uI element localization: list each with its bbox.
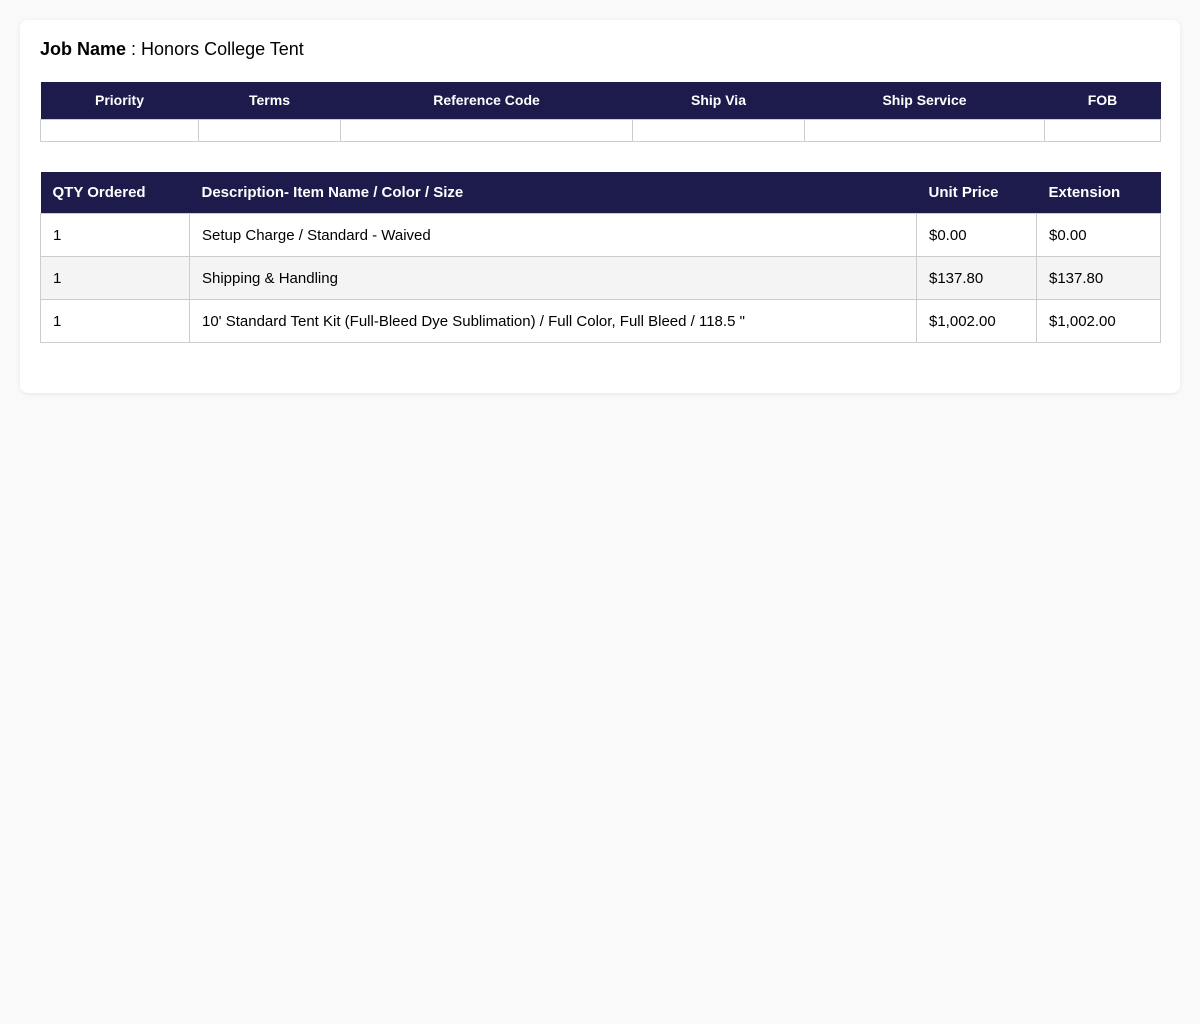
table-row: 1 10' Standard Tent Kit (Full-Bleed Dye … (40, 299, 1161, 343)
description-cell: 10' Standard Tent Kit (Full-Bleed Dye Su… (189, 299, 917, 343)
job-name-separator: : (126, 39, 142, 59)
header-fob: FOB (1044, 82, 1161, 119)
fob-value (1044, 118, 1161, 142)
header-description: Description- Item Name / Color / Size (189, 171, 917, 214)
shipping-value-row (40, 118, 1161, 142)
reference-code-value (340, 118, 633, 142)
table-row: 1 Setup Charge / Standard - Waived $0.00… (40, 213, 1161, 257)
header-reference-code: Reference Code (340, 82, 633, 119)
extension-cell: $137.80 (1036, 256, 1161, 300)
header-extension: Extension (1036, 171, 1161, 214)
unit-price-cell: $1,002.00 (916, 299, 1037, 343)
header-ship-via: Ship Via (632, 82, 805, 119)
shipping-header-row: Priority Terms Reference Code Ship Via S… (40, 82, 1161, 119)
terms-value (198, 118, 341, 142)
header-qty-ordered: QTY Ordered (40, 171, 190, 214)
unit-price-cell: $137.80 (916, 256, 1037, 300)
table-row: 1 Shipping & Handling $137.80 $137.80 (40, 256, 1161, 300)
qty-cell: 1 (40, 299, 190, 343)
description-cell: Shipping & Handling (189, 256, 917, 300)
extension-cell: $0.00 (1036, 213, 1161, 257)
extension-cell: $1,002.00 (1036, 299, 1161, 343)
shipping-table: Priority Terms Reference Code Ship Via S… (40, 82, 1161, 142)
job-name-label: Job Name (40, 39, 127, 59)
qty-cell: 1 (40, 213, 190, 257)
qty-cell: 1 (40, 256, 190, 300)
description-cell: Setup Charge / Standard - Waived (189, 213, 917, 257)
job-name-value: Honors College Tent (141, 39, 304, 59)
ship-via-value (632, 118, 805, 142)
items-header-row: QTY Ordered Description- Item Name / Col… (40, 171, 1161, 214)
header-ship-service: Ship Service (804, 82, 1045, 119)
header-terms: Terms (198, 82, 341, 119)
order-card: Job Name : Honors College Tent Priority … (20, 20, 1180, 393)
job-name-line: Job Name : Honors College Tent (40, 38, 1160, 60)
ship-service-value (804, 118, 1045, 142)
unit-price-cell: $0.00 (916, 213, 1037, 257)
line-items-table: QTY Ordered Description- Item Name / Col… (40, 171, 1161, 343)
priority-value (40, 118, 199, 142)
header-priority: Priority (40, 82, 199, 119)
header-unit-price: Unit Price (916, 171, 1037, 214)
